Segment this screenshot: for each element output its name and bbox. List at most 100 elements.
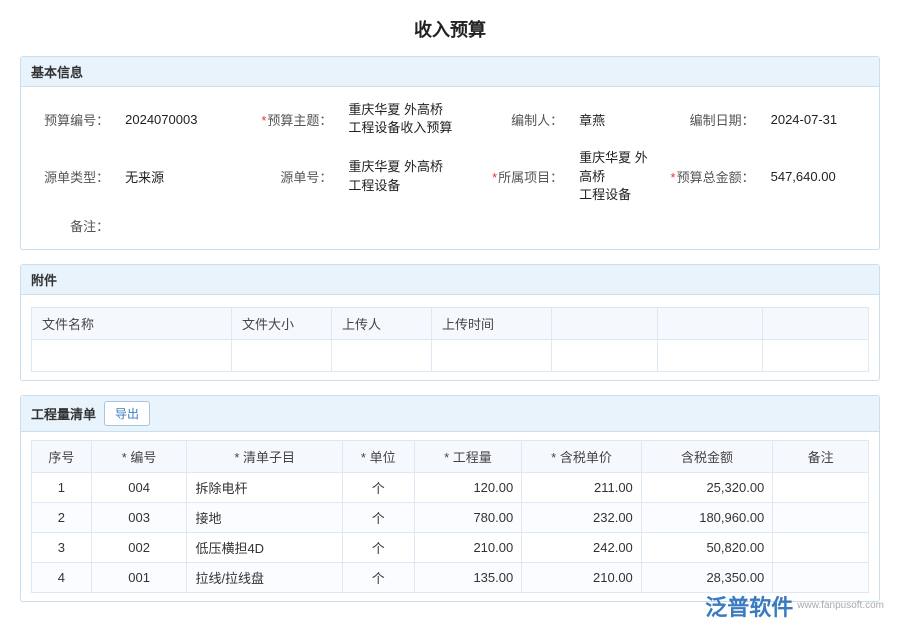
eng-cell-r4-c2: 001 <box>91 562 187 592</box>
eng-cell-r1-c1: 1 <box>32 472 92 502</box>
eng-cell-r2-c8 <box>773 502 869 532</box>
page-wrapper: 收入预算 基本信息 预算编号： 2024070003 *预算主题： 重庆华夏 外… <box>0 0 900 636</box>
eng-col-name: * 清单子目 <box>187 440 342 472</box>
eng-cell-r3-c1: 3 <box>32 532 92 562</box>
attachment-table: 文件名称 文件大小 上传人 上传时间 <box>31 307 869 372</box>
label-source-type: 源单类型： <box>31 143 117 210</box>
engineering-label: 工程量清单 <box>31 404 96 423</box>
eng-col-code: * 编号 <box>91 440 187 472</box>
eng-row-2: 2003接地个780.00232.00180,960.00 <box>32 502 869 532</box>
attach-empty-2 <box>657 339 763 371</box>
engineering-section: 工程量清单 导出 序号 * 编号 * 清单子目 * 单位 * 工程量 * 含税单… <box>20 395 880 602</box>
value-budget-no: 2024070003 <box>117 95 245 143</box>
value-remark <box>117 210 869 241</box>
watermark-icon: 泛普软件 <box>705 590 793 622</box>
page-title: 收入预算 <box>20 16 880 42</box>
eng-cell-r2-c2: 003 <box>91 502 187 532</box>
info-row-remark: 备注： <box>31 210 869 241</box>
attach-empty-time <box>432 339 552 371</box>
eng-cell-r3-c6: 242.00 <box>522 532 642 562</box>
attach-empty-name <box>32 339 232 371</box>
value-budget-subject: 重庆华夏 外高桥工程设备收入预算 <box>340 95 478 143</box>
label-edit-date: 编制日期： <box>656 95 762 143</box>
eng-cell-r4-c6: 210.00 <box>522 562 642 592</box>
value-source-no: 重庆华夏 外高桥工程设备 <box>340 143 478 210</box>
eng-row-3: 3002低压横担4D个210.00242.0050,820.00 <box>32 532 869 562</box>
attachment-header: 附件 <box>21 265 879 295</box>
label-budget-subject: *预算主题： <box>245 95 341 143</box>
eng-cell-r1-c5: 120.00 <box>414 472 522 502</box>
attach-empty-1 <box>552 339 658 371</box>
basic-info-label: 基本信息 <box>31 62 83 81</box>
eng-cell-r4-c4: 个 <box>342 562 414 592</box>
export-button[interactable]: 导出 <box>104 401 150 426</box>
eng-header-row: 序号 * 编号 * 清单子目 * 单位 * 工程量 * 含税单价 含税金额 备注 <box>32 440 869 472</box>
attach-col-time: 上传时间 <box>432 307 552 339</box>
attach-col-extra2 <box>657 307 763 339</box>
label-remark: 备注： <box>31 210 117 241</box>
attach-header-row: 文件名称 文件大小 上传人 上传时间 <box>32 307 869 339</box>
basic-info-section: 基本信息 预算编号： 2024070003 *预算主题： 重庆华夏 外高桥工程设… <box>20 56 880 250</box>
info-row-1: 预算编号： 2024070003 *预算主题： 重庆华夏 外高桥工程设备收入预算… <box>31 95 869 143</box>
eng-col-unit-price: * 含税单价 <box>522 440 642 472</box>
attach-col-size: 文件大小 <box>232 307 332 339</box>
eng-cell-r3-c3: 低压横担4D <box>187 532 342 562</box>
basic-info-header: 基本信息 <box>21 57 879 87</box>
eng-cell-r4-c5: 135.00 <box>414 562 522 592</box>
label-source-no: 源单号： <box>245 143 341 210</box>
eng-cell-r3-c7: 50,820.00 <box>641 532 773 562</box>
basic-info-table: 预算编号： 2024070003 *预算主题： 重庆华夏 外高桥工程设备收入预算… <box>31 95 869 241</box>
label-editor: 编制人： <box>479 95 572 143</box>
eng-cell-r4-c7: 28,350.00 <box>641 562 773 592</box>
engineering-table: 序号 * 编号 * 清单子目 * 单位 * 工程量 * 含税单价 含税金额 备注… <box>31 440 869 593</box>
eng-cell-r2-c7: 180,960.00 <box>641 502 773 532</box>
watermark: 泛普软件 www.fanpusoft.com <box>705 590 884 622</box>
attach-empty-uploader <box>332 339 432 371</box>
value-source-type: 无来源 <box>117 143 245 210</box>
attach-col-extra3 <box>763 307 869 339</box>
eng-cell-r1-c2: 004 <box>91 472 187 502</box>
info-row-2: 源单类型： 无来源 源单号： 重庆华夏 外高桥工程设备 *所属项目： 重庆华夏 … <box>31 143 869 210</box>
basic-info-body: 预算编号： 2024070003 *预算主题： 重庆华夏 外高桥工程设备收入预算… <box>21 87 879 249</box>
eng-col-seq: 序号 <box>32 440 92 472</box>
attach-col-uploader: 上传人 <box>332 307 432 339</box>
attach-col-extra1 <box>552 307 658 339</box>
value-project: 重庆华夏 外高桥工程设备 <box>571 143 656 210</box>
eng-col-qty: * 工程量 <box>414 440 522 472</box>
label-project: *所属项目： <box>479 143 572 210</box>
engineering-header: 工程量清单 导出 <box>21 396 879 432</box>
eng-cell-r4-c1: 4 <box>32 562 92 592</box>
eng-row-1: 1004拆除电杆个120.00211.0025,320.00 <box>32 472 869 502</box>
eng-cell-r2-c4: 个 <box>342 502 414 532</box>
label-total-amount: *预算总金额： <box>656 143 762 210</box>
attach-empty-3 <box>763 339 869 371</box>
eng-cell-r2-c3: 接地 <box>187 502 342 532</box>
eng-cell-r3-c8 <box>773 532 869 562</box>
eng-cell-r2-c6: 232.00 <box>522 502 642 532</box>
watermark-url: www.fanpusoft.com <box>797 600 884 611</box>
attach-col-name: 文件名称 <box>32 307 232 339</box>
attachment-label: 附件 <box>31 270 57 289</box>
eng-cell-r2-c5: 780.00 <box>414 502 522 532</box>
engineering-body: 序号 * 编号 * 清单子目 * 单位 * 工程量 * 含税单价 含税金额 备注… <box>21 432 879 601</box>
eng-cell-r2-c1: 2 <box>32 502 92 532</box>
eng-col-remark: 备注 <box>773 440 869 472</box>
eng-cell-r1-c3: 拆除电杆 <box>187 472 342 502</box>
attach-empty-row <box>32 339 869 371</box>
eng-cell-r4-c8 <box>773 562 869 592</box>
eng-row-4: 4001拉线/拉线盘个135.00210.0028,350.00 <box>32 562 869 592</box>
attach-empty-size <box>232 339 332 371</box>
eng-cell-r3-c2: 002 <box>91 532 187 562</box>
value-edit-date: 2024-07-31 <box>763 95 869 143</box>
value-editor: 章燕 <box>571 95 656 143</box>
eng-cell-r1-c7: 25,320.00 <box>641 472 773 502</box>
attachment-body: 文件名称 文件大小 上传人 上传时间 <box>21 295 879 380</box>
eng-cell-r3-c5: 210.00 <box>414 532 522 562</box>
eng-cell-r1-c4: 个 <box>342 472 414 502</box>
attachment-section: 附件 文件名称 文件大小 上传人 上传时间 <box>20 264 880 381</box>
eng-cell-r1-c8 <box>773 472 869 502</box>
eng-cell-r3-c4: 个 <box>342 532 414 562</box>
eng-cell-r4-c3: 拉线/拉线盘 <box>187 562 342 592</box>
value-total-amount: 547,640.00 <box>763 143 869 210</box>
eng-col-unit: * 单位 <box>342 440 414 472</box>
